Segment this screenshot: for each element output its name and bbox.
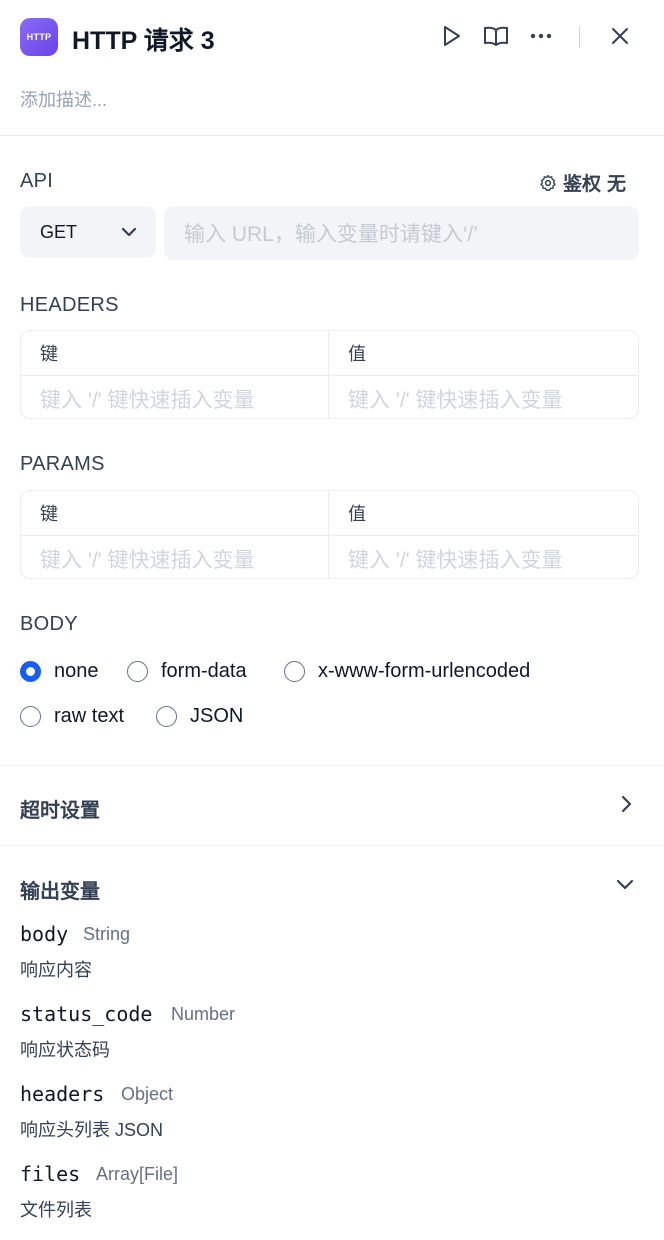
radio-label: form-data (161, 660, 247, 682)
radio-icon (284, 661, 305, 682)
chevron-right-icon[interactable] (618, 794, 634, 814)
radio-icon (156, 706, 177, 727)
auth-value: 无 (606, 174, 626, 195)
docs-button[interactable] (482, 22, 510, 50)
more-button[interactable] (527, 22, 555, 50)
output-var-name: headers (20, 1082, 105, 1106)
chevron-down-icon (121, 227, 137, 237)
method-value: GET (40, 221, 78, 242)
run-button[interactable] (437, 22, 465, 50)
radio-x-www-form-urlencoded[interactable]: x-www-form-urlencoded (284, 660, 530, 683)
timeout-settings-toggle[interactable]: 超时设置 (20, 794, 100, 823)
output-var-name: files (20, 1162, 81, 1186)
radio-label: x-www-form-urlencoded (318, 660, 531, 682)
table-row: 键入 '/' 键快速插入变量 键入 '/' 键快速插入变量 (21, 376, 638, 418)
param-value-input[interactable]: 键入 '/' 键快速插入变量 (329, 536, 638, 578)
http-node-icon: HTTP (20, 18, 58, 56)
chevron-down-icon[interactable] (615, 877, 635, 893)
output-var-desc: 响应内容 (20, 960, 92, 980)
description-input[interactable]: 添加描述... (20, 86, 107, 112)
header-divider (579, 26, 580, 48)
params-label: PARAMS (20, 453, 105, 475)
output-var-desc: 响应状态码 (20, 1040, 110, 1060)
param-key-input[interactable]: 键入 '/' 键快速插入变量 (21, 536, 329, 578)
radio-icon (20, 706, 41, 727)
body-label: BODY (20, 613, 78, 635)
table-row: 键入 '/' 键快速插入变量 键入 '/' 键快速插入变量 (21, 536, 638, 578)
radio-label: JSON (190, 705, 244, 727)
header-key-input[interactable]: 键入 '/' 键快速插入变量 (21, 376, 329, 418)
radio-raw-text[interactable]: raw text (20, 705, 124, 728)
gear-icon (540, 174, 556, 191)
radio-json[interactable]: JSON (156, 705, 243, 728)
radio-selected-icon (20, 661, 41, 682)
output-var-type: Array[File] (96, 1164, 179, 1184)
output-var-desc: 响应头列表 JSON (20, 1120, 164, 1140)
radio-label: raw text (54, 705, 125, 727)
table-header-row: 键 值 (21, 491, 638, 536)
auth-label: 鉴权 (562, 174, 601, 195)
url-input[interactable]: 输入 URL，输入变量时请键入‘/’ (164, 206, 639, 260)
radio-icon (127, 661, 148, 682)
output-var-type: String (83, 924, 131, 944)
output-var-type: Number (171, 1004, 236, 1024)
headers-label: HEADERS (20, 294, 119, 316)
radio-form-data[interactable]: form-data (127, 660, 247, 683)
auth-button[interactable]: 鉴权 无 (539, 169, 626, 196)
radio-none[interactable]: none (20, 660, 99, 683)
output-var-name: body (20, 922, 69, 946)
more-icon (530, 33, 552, 39)
output-var-type: Object (121, 1084, 174, 1104)
column-header-key: 键 (21, 491, 329, 535)
output-variables-toggle[interactable]: 输出变量 (20, 875, 100, 904)
play-icon (444, 26, 460, 46)
divider (0, 765, 664, 766)
method-select[interactable]: GET (20, 206, 156, 258)
table-header-row: 键 值 (21, 331, 638, 376)
header-value-input[interactable]: 键入 '/' 键快速插入变量 (329, 376, 638, 418)
close-icon (612, 28, 628, 44)
params-table: 键 值 键入 '/' 键快速插入变量 键入 '/' 键快速插入变量 (20, 490, 639, 579)
output-var-desc: 文件列表 (20, 1200, 92, 1220)
book-icon (484, 26, 508, 46)
column-header-key: 键 (21, 331, 329, 375)
divider (0, 845, 664, 846)
output-var-name: status_code (20, 1002, 153, 1026)
api-label: API (20, 170, 54, 192)
node-header: HTTP HTTP 请求 3 添加描述... (0, 0, 664, 136)
close-button[interactable] (606, 22, 634, 50)
column-header-value: 值 (348, 504, 366, 524)
headers-table: 键 值 键入 '/' 键快速插入变量 键入 '/' 键快速插入变量 (20, 330, 639, 419)
column-header-value: 值 (348, 344, 366, 364)
node-title[interactable]: HTTP 请求 3 (72, 21, 215, 57)
radio-label: none (54, 660, 99, 682)
